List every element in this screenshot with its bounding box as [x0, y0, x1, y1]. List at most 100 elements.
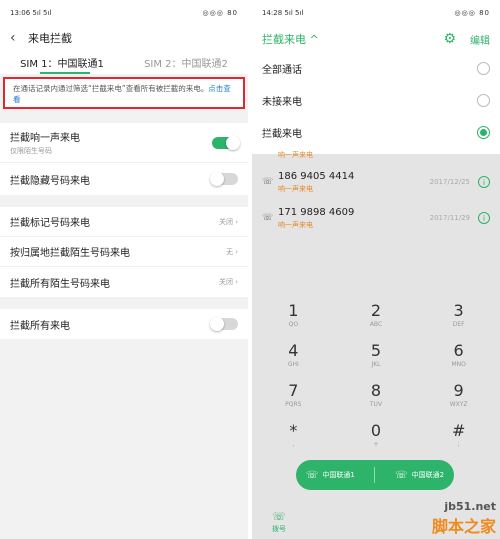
key-digit: 3: [453, 300, 464, 320]
phone-icon: ☏: [305, 469, 319, 481]
toggle-switch-on[interactable]: [212, 135, 240, 150]
toggle-knob: [210, 317, 224, 331]
status-bar: 13:06 5ıl 5ıl ◎◎◎ 80: [0, 0, 248, 26]
dimmed-background: 响一声来电 ☏ 186 9405 4414 响一声来电 2017/12/25 i…: [252, 151, 500, 539]
dial-sim2-label: 中国联通2: [411, 471, 445, 479]
phone-icon: ☏: [395, 469, 408, 481]
setting-block-ring-once[interactable]: 拦截响一声来电 仅限陌生号码: [0, 123, 248, 163]
key-0[interactable]: 0 +: [346, 414, 406, 454]
filter-label: 拦截来电: [262, 128, 302, 140]
setting-block-location[interactable]: 按归属地拦截陌生号码来电 无 ›: [0, 237, 248, 267]
key-1[interactable]: 1 QO: [263, 294, 323, 334]
dial-separator: [374, 467, 376, 483]
key-7[interactable]: 7 PQRS: [263, 374, 323, 414]
radio-button[interactable]: [477, 61, 490, 75]
edit-button[interactable]: 编辑: [470, 32, 490, 47]
toggle-knob: [226, 135, 240, 150]
key-4[interactable]: 4 GHI: [263, 334, 323, 374]
key-letters: QO: [288, 320, 299, 328]
settings-group-1: 拦截响一声来电 仅限陌生号码 拦截隐藏号码来电: [0, 123, 248, 195]
key-digit: 1: [288, 300, 299, 320]
watermark-name: 脚本之家: [431, 517, 496, 536]
tab-label: 拨号: [272, 525, 286, 533]
setting-label: 拦截所有来电: [10, 320, 70, 332]
key-5[interactable]: 5 JKL: [346, 334, 406, 374]
back-icon[interactable]: ‹: [10, 30, 24, 46]
setting-value: 关闭 ›: [218, 217, 238, 226]
dial-sim1-label: 中国联通1: [322, 471, 355, 479]
info-icon[interactable]: i: [478, 176, 490, 188]
sim-tabs: SIM 1：中国联通1 SIM 2：中国联通2: [0, 50, 248, 74]
keypad-row: 7 PQRS 8 TUV 9 WXYZ: [252, 374, 500, 414]
phone-icon: ☏: [272, 510, 286, 523]
dial-button: ☏ 中国联通1 ☏ 中国联通2: [296, 460, 454, 490]
key-2[interactable]: 2 ABC: [346, 294, 406, 334]
dial-keypad: 1 QO 2 ABC 3 DEF 4 GHI 5 JKL 6 MNO 7 PQRS 8 TUV …: [252, 294, 500, 454]
info-icon[interactable]: i: [478, 212, 490, 224]
setting-block-marked[interactable]: 拦截标记号码来电 关闭 ›: [0, 207, 248, 237]
key-letters: +: [373, 440, 379, 448]
notice-text: 在通话记录内通过筛选“拦截来电”查看所有被拦截的来电。: [13, 84, 209, 93]
key-letters: ABC: [369, 320, 383, 328]
blocked-call-icon: ☏: [262, 213, 274, 223]
key-letters: ;: [457, 440, 460, 448]
filter-option-missed[interactable]: 未接来电: [252, 84, 500, 116]
truncated-tag: 响一声来电: [278, 151, 313, 159]
filter-option-blocked[interactable]: 拦截来电: [252, 116, 500, 148]
page-header: 拦截来电 ^ ⚙ 编辑: [252, 26, 500, 52]
settings-group-3: 拦截所有来电: [0, 309, 248, 339]
key-8[interactable]: 8 TUV: [346, 374, 406, 414]
filter-label: 未接来电: [262, 96, 302, 108]
status-bar: 14:28 5ıl 5ıl ◎◎◎ 80: [252, 0, 500, 26]
call-date: 2017/12/25: [429, 178, 470, 186]
call-tag: 响一声来电: [278, 220, 313, 229]
key-letters: DEF: [452, 320, 465, 328]
key-digit: 0: [370, 420, 382, 440]
key-6[interactable]: 6 MNO: [429, 334, 489, 374]
call-date: 2017/11/29: [429, 214, 470, 222]
key-9[interactable]: 9 WXYZ: [429, 374, 489, 414]
toggle-switch-off[interactable]: [210, 317, 238, 331]
key-digit: 9: [453, 380, 464, 400]
radio-button[interactable]: [477, 93, 490, 107]
setting-block-strangers[interactable]: 拦截所有陌生号码来电 关闭 ›: [0, 267, 248, 297]
status-time: 14:28: [262, 9, 283, 17]
dial-sim1-button[interactable]: ☏ 中国联通1: [306, 470, 355, 481]
key-letters: GHI: [287, 360, 299, 368]
toggle-knob: [210, 172, 224, 186]
filter-label: 全部通话: [262, 64, 302, 76]
key-digit: 4: [288, 340, 299, 360]
tab-sim1[interactable]: SIM 1：中国联通1: [0, 55, 124, 70]
call-tag: 响一声来电: [278, 184, 313, 193]
call-number: 171 9898 4609: [278, 206, 355, 218]
key-hash[interactable]: #;: [429, 414, 489, 454]
blocked-call-icon: ☏: [262, 177, 274, 187]
key-star[interactable]: *,: [263, 414, 323, 454]
page-title: 来电拦截: [28, 32, 72, 45]
key-3[interactable]: 3 DEF: [429, 294, 489, 334]
status-icons: ◎◎◎ 80: [202, 9, 238, 17]
call-log-item[interactable]: ☏ 171 9898 4609 响一声来电 2017/11/29 i: [252, 200, 500, 236]
setting-block-all-calls[interactable]: 拦截所有来电: [0, 309, 248, 339]
keypad-row: 1 QO 2 ABC 3 DEF: [252, 294, 500, 334]
filter-dropdown[interactable]: 拦截来电 ^: [262, 31, 319, 47]
gear-icon[interactable]: ⚙: [443, 31, 456, 47]
key-digit: 6: [453, 340, 464, 360]
tab-dialer[interactable]: ☏ 拨号: [272, 510, 286, 534]
setting-value: 关闭 ›: [218, 278, 238, 286]
key-letters: JKL: [371, 360, 381, 368]
setting-label: 拦截所有陌生号码来电: [10, 278, 110, 290]
setting-value: 无 ›: [225, 247, 238, 256]
setting-block-hidden-number[interactable]: 拦截隐藏号码来电: [0, 163, 248, 195]
key-digit: 7: [288, 380, 299, 400]
settings-group-2: 拦截标记号码来电 关闭 › 按归属地拦截陌生号码来电 无 › 拦截所有陌生号码来…: [0, 207, 248, 297]
dial-sim2-button[interactable]: ☏ 中国联通2: [395, 470, 444, 481]
filter-option-all[interactable]: 全部通话: [252, 52, 500, 84]
call-number: 186 9405 4414: [278, 170, 355, 182]
call-log-item[interactable]: ☏ 186 9405 4414 响一声来电 2017/12/25 i: [252, 164, 500, 200]
keypad-row: *, 0 + #;: [252, 414, 500, 454]
radio-button-selected[interactable]: [477, 125, 490, 139]
tab-sim2[interactable]: SIM 2：中国联通2: [124, 55, 248, 70]
toggle-switch-off[interactable]: [210, 172, 238, 186]
signal-icon: 5ıl 5ıl: [284, 9, 304, 17]
